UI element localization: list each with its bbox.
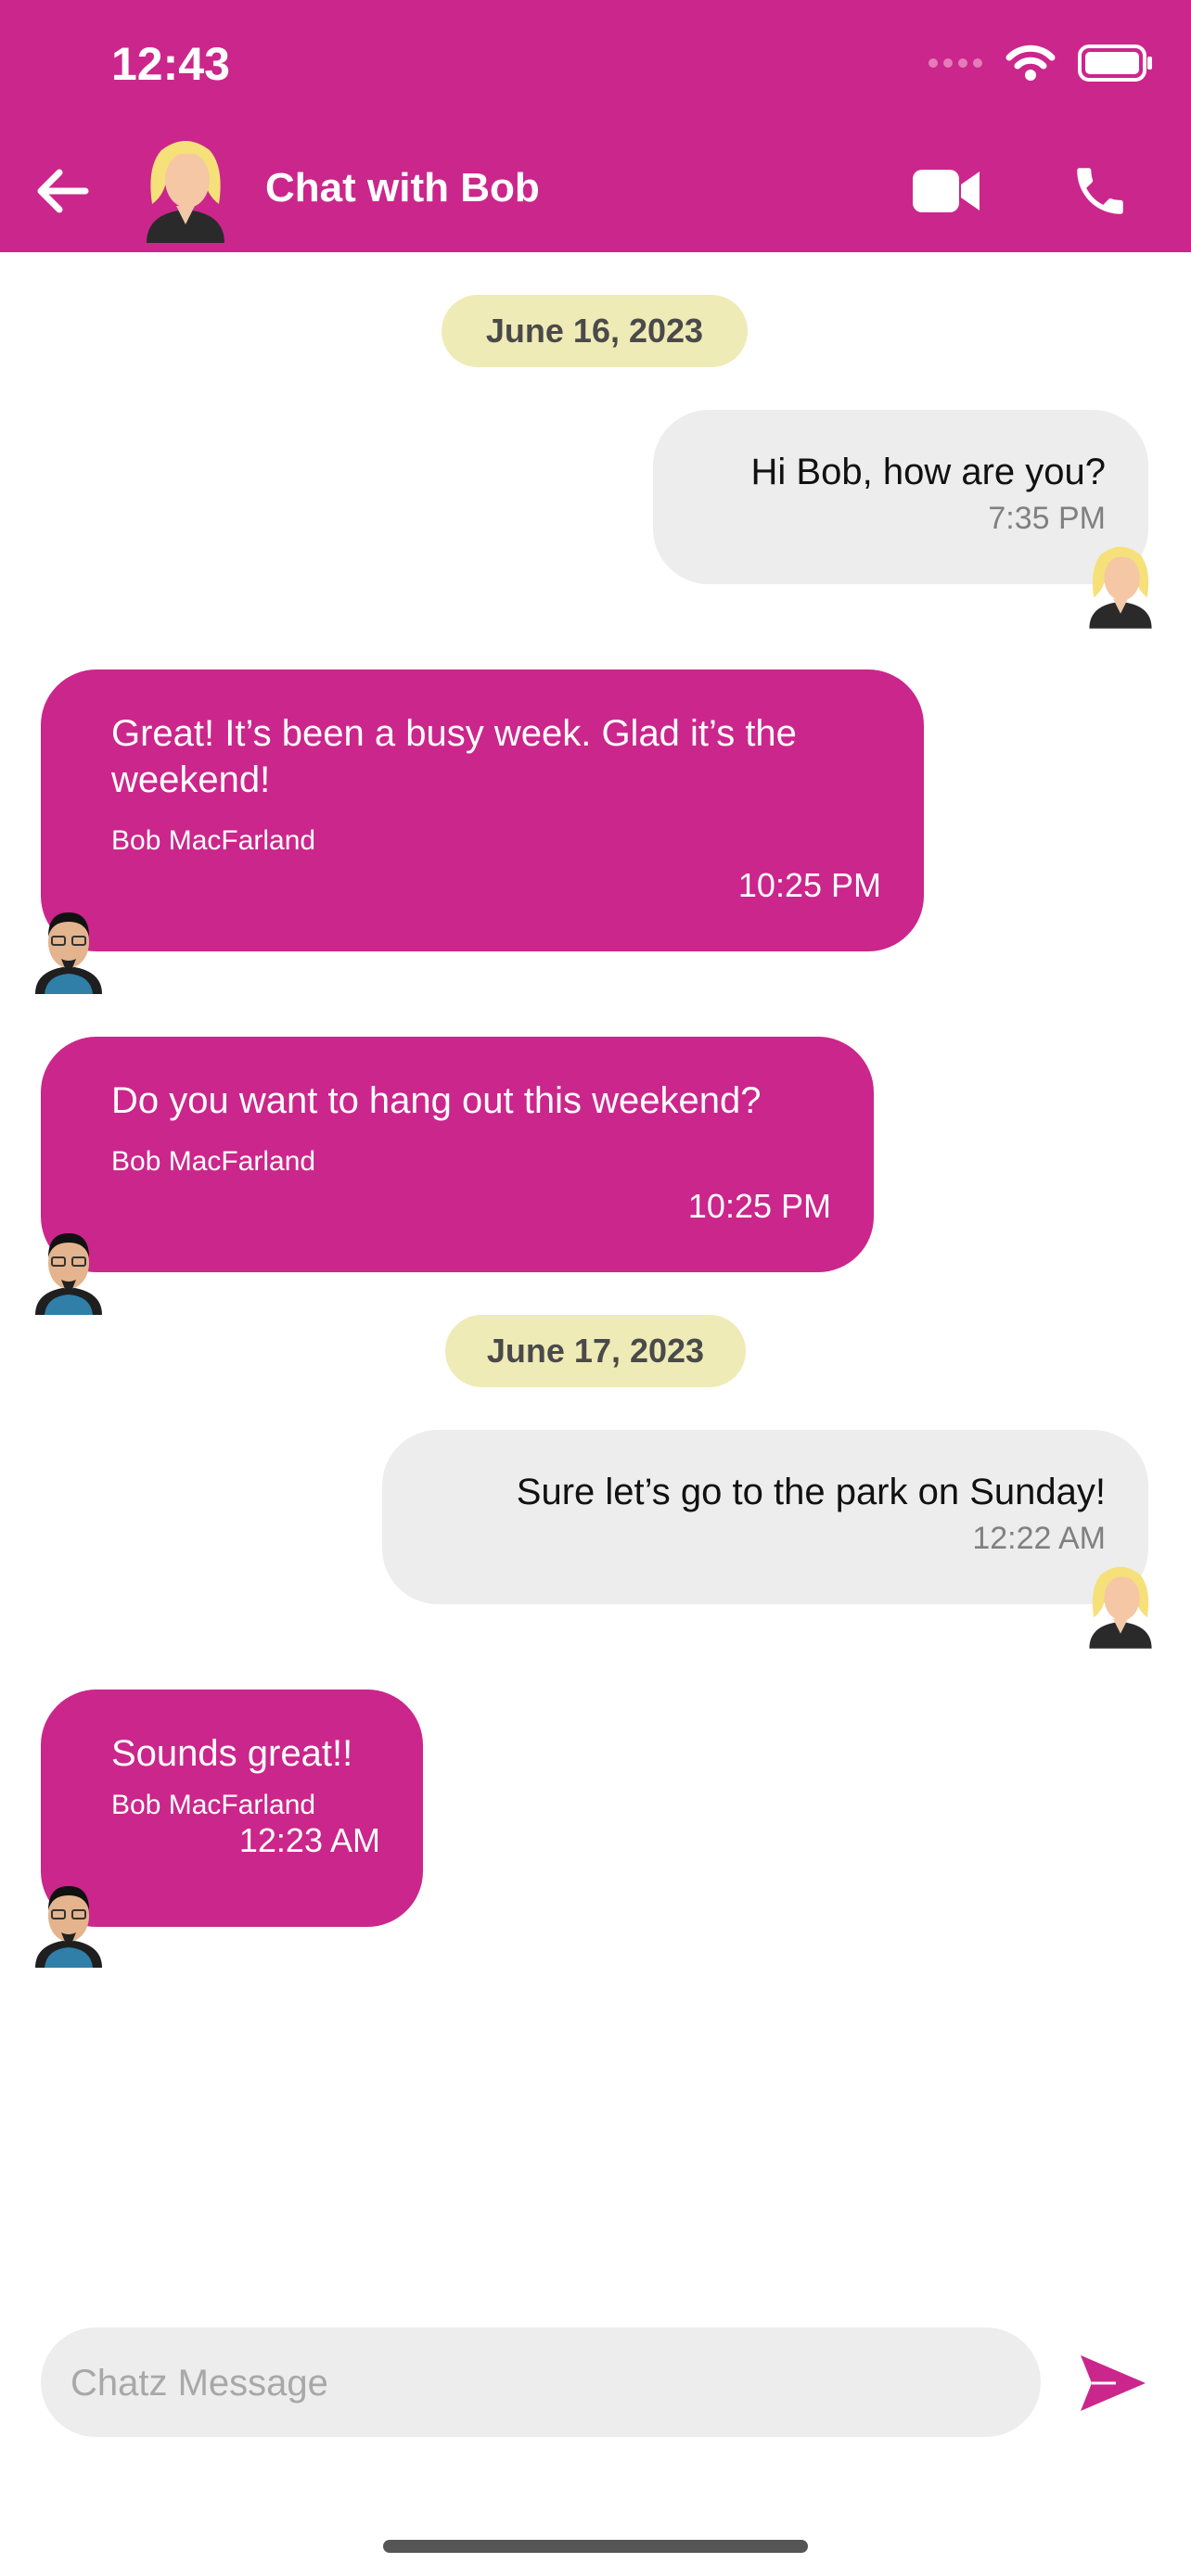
message-text: Sounds great!!: [111, 1733, 353, 1774]
message-time: 7:35 PM: [988, 501, 1106, 536]
message-text: Sure let’s go to the park on Sunday!: [516, 1472, 1106, 1512]
message-sender: Bob MacFarland: [111, 1146, 316, 1177]
message-input[interactable]: [69, 2327, 1000, 2439]
voice-call-button[interactable]: [1067, 158, 1133, 224]
outgoing-message[interactable]: Sure let’s go to the park on Sunday! 12:…: [382, 1430, 1148, 1604]
date-divider: June 17, 2023: [445, 1315, 746, 1387]
message-text: Do you want to hang out this weekend?: [111, 1080, 762, 1121]
message-time: 12:23 AM: [238, 1821, 380, 1859]
wifi-icon: [1005, 45, 1056, 81]
chat-title: Chat with Bob: [265, 165, 540, 210]
incoming-message[interactable]: Do you want to hang out this weekend? Bo…: [41, 1037, 874, 1272]
message-time: 10:25 PM: [737, 866, 881, 904]
bob-avatar: [33, 1230, 104, 1320]
send-button[interactable]: [1076, 2346, 1150, 2420]
user-avatar: [1083, 545, 1158, 633]
app-header: 12:43 Chat with Bob: [0, 0, 1191, 252]
message-text: Hi Bob, how are you?: [750, 452, 1106, 492]
status-time: 12:43: [111, 38, 230, 90]
status-icons: [928, 45, 1154, 82]
user-avatar: [1083, 1565, 1158, 1653]
incoming-message[interactable]: Great! It’s been a busy week. Glad it’s …: [41, 670, 924, 951]
contact-avatar[interactable]: [139, 139, 232, 248]
cellular-signal-icon: [928, 58, 982, 68]
bob-avatar: [33, 909, 104, 999]
video-camera-icon: [913, 170, 980, 212]
outgoing-message[interactable]: Hi Bob, how are you? 7:35 PM: [653, 410, 1148, 584]
message-text: Great! It’s been a busy week. Glad it’s …: [111, 713, 797, 800]
message-time: 10:25 PM: [687, 1187, 831, 1225]
bob-avatar: [33, 1882, 104, 1972]
date-divider: June 16, 2023: [442, 295, 748, 367]
message-sender: Bob MacFarland: [111, 1790, 316, 1820]
phone-icon: [1077, 168, 1123, 214]
send-icon: [1081, 2355, 1146, 2411]
back-button[interactable]: [28, 163, 95, 219]
message-sender: Bob MacFarland: [111, 825, 316, 856]
battery-icon: [1078, 45, 1152, 82]
message-composer: [41, 2327, 1041, 2439]
arrow-left-icon: [37, 169, 89, 213]
video-call-button[interactable]: [909, 158, 983, 224]
message-time: 12:22 AM: [972, 1521, 1106, 1556]
home-indicator[interactable]: [383, 2540, 808, 2553]
